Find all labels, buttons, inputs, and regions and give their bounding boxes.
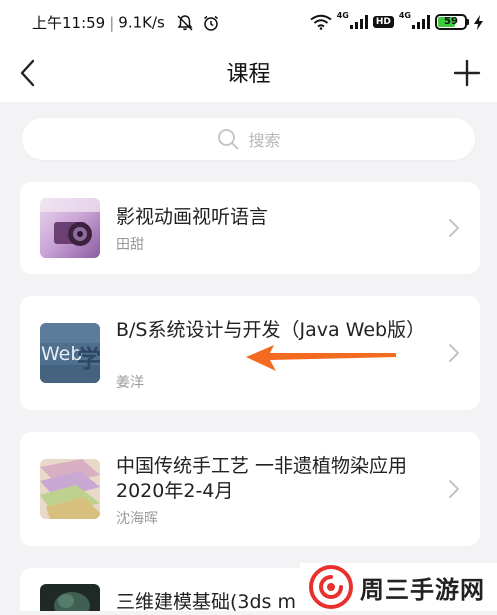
hd-badge: HD xyxy=(372,16,394,28)
signal-icon xyxy=(349,15,368,29)
chevron-right-icon xyxy=(449,219,459,237)
add-icon[interactable] xyxy=(451,57,483,89)
thumb-web-char: 学 xyxy=(77,345,100,373)
mute-bell-icon xyxy=(177,14,193,31)
signal-icon-2 xyxy=(412,15,430,29)
course-thumbnail xyxy=(40,584,100,611)
course-title: 影视动画视听语言 xyxy=(116,206,269,228)
course-title: 中国传统手工艺 一非遗植物染应用2020年2-4月 xyxy=(116,455,408,502)
course-thumbnail xyxy=(40,459,100,519)
battery-level: 59 xyxy=(444,16,458,27)
chevron-right-icon xyxy=(449,480,459,498)
course-thumbnail: Web 学 xyxy=(40,323,100,383)
page-title: 课程 xyxy=(226,62,271,87)
app-header: 课程 xyxy=(0,44,497,102)
annotation-arrow xyxy=(246,345,396,371)
status-speed: 9.1K/s xyxy=(118,13,165,32)
course-teacher: 沈海晖 xyxy=(116,511,158,527)
watermark-text: 周三手游网 xyxy=(360,575,485,604)
net-type-2: 4G xyxy=(398,10,411,20)
watermark-logo-icon xyxy=(309,565,353,609)
wifi-icon xyxy=(310,14,332,30)
search-icon xyxy=(218,129,239,150)
battery: 59 xyxy=(435,14,469,30)
status-time: 上午11:59 xyxy=(32,14,106,32)
net-type-1: 4G xyxy=(336,10,349,20)
search-placeholder: 搜索 xyxy=(248,131,281,150)
status-right: 4G HD 4G 59 xyxy=(310,11,483,33)
alarm-icon xyxy=(204,15,219,31)
status-left: 上午11:59 | 9.1K/s xyxy=(32,12,220,33)
chevron-right-icon xyxy=(449,344,459,362)
watermark: 周三手游网 xyxy=(300,563,497,611)
course-thumbnail xyxy=(40,198,100,258)
charging-bolt-icon xyxy=(474,14,483,30)
course-teacher: 姜洋 xyxy=(116,375,144,391)
search-input[interactable]: 搜索 xyxy=(22,118,475,160)
course-card[interactable]: 中国传统手工艺 一非遗植物染应用2020年2-4月 沈海晖 xyxy=(20,432,480,546)
course-teacher: 田甜 xyxy=(116,237,144,253)
status-divider: | xyxy=(109,13,115,32)
course-card[interactable]: 影视动画视听语言 田甜 xyxy=(20,182,480,274)
status-bar: 上午11:59 | 9.1K/s 4G HD 4G 59 xyxy=(0,0,497,44)
